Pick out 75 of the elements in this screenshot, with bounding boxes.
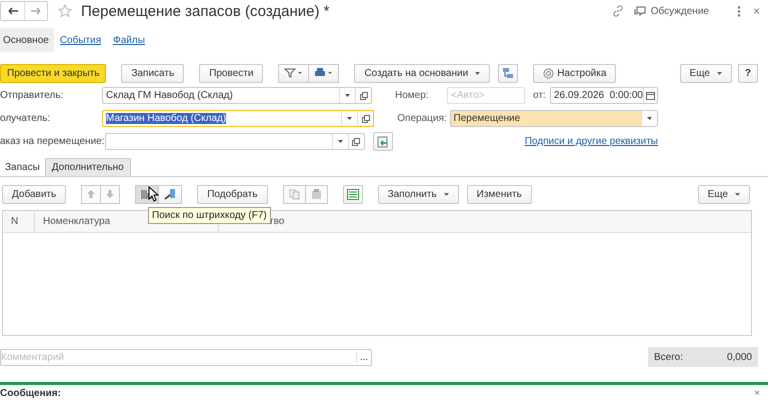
nav-tab[interactable]: Основное bbox=[0, 28, 54, 52]
star-icon[interactable] bbox=[58, 4, 72, 18]
table-icon-button[interactable] bbox=[342, 184, 363, 204]
structure-icon-button[interactable] bbox=[498, 64, 518, 82]
up-arrow-icon bbox=[87, 190, 96, 198]
field-label: олучатель: bbox=[0, 113, 52, 124]
sender-field[interactable]: Склад ГМ Навобод (Склад) bbox=[102, 87, 372, 104]
dropdown-arrow-icon[interactable] bbox=[345, 94, 350, 97]
total-value: 0,000 bbox=[726, 352, 752, 362]
caret-icon bbox=[475, 72, 480, 74]
fill-button[interactable]: Заполнить bbox=[378, 184, 459, 204]
help-button[interactable]: ? bbox=[738, 64, 758, 82]
dropdown-arrow-icon[interactable] bbox=[647, 117, 652, 120]
more-button[interactable]: Еще bbox=[698, 184, 750, 204]
open-icon[interactable] bbox=[362, 114, 370, 122]
mouse-cursor-icon bbox=[148, 186, 159, 202]
nav-tab[interactable]: События bbox=[54, 28, 108, 52]
close-button[interactable]: × bbox=[754, 388, 760, 398]
field-label: Номер: bbox=[395, 90, 430, 101]
signatures-link[interactable]: Подписи и другие реквизиты bbox=[524, 136, 658, 147]
post-and-close-button[interactable]: Провести и закрыть bbox=[0, 64, 106, 82]
total-label: Всего: bbox=[654, 352, 683, 362]
column-header[interactable]: N bbox=[3, 211, 35, 232]
link-icon[interactable] bbox=[612, 5, 624, 17]
filter-dropdown-button[interactable] bbox=[278, 64, 310, 82]
operation-field[interactable]: Перемещение bbox=[450, 110, 658, 127]
toolbar-button[interactable]: Провести bbox=[199, 64, 264, 82]
field-label: Отправитель: bbox=[0, 90, 64, 101]
field-label: от: bbox=[533, 90, 547, 101]
scanner-button[interactable] bbox=[159, 184, 182, 204]
settings-icon bbox=[543, 68, 554, 78]
structure-icon bbox=[502, 67, 514, 79]
field-label: Операция: bbox=[397, 113, 448, 124]
clipboard-icon bbox=[310, 188, 322, 200]
caret-icon bbox=[735, 192, 740, 196]
caret-icon bbox=[716, 72, 722, 74]
date-field[interactable]: 26.09.2026 0:00:00 bbox=[550, 87, 658, 104]
more-button[interactable]: Еще bbox=[680, 64, 732, 82]
comment-field[interactable]: Комментарий ... bbox=[0, 348, 372, 366]
filter-icon bbox=[284, 68, 304, 78]
create-order-button[interactable] bbox=[372, 132, 392, 151]
caret-icon bbox=[444, 192, 449, 196]
down-arrow-icon bbox=[106, 190, 114, 198]
edit-button[interactable]: Изменить bbox=[466, 184, 532, 204]
number-field[interactable]: <Авто> bbox=[447, 87, 525, 104]
pick-button[interactable]: Подобрать bbox=[197, 184, 268, 204]
scanner-icon bbox=[164, 188, 176, 200]
dropdown-arrow-icon[interactable] bbox=[338, 140, 342, 143]
discussion-button[interactable]: Обсуждение bbox=[634, 6, 709, 16]
open-icon[interactable] bbox=[360, 92, 368, 100]
calendar-icon[interactable] bbox=[646, 92, 655, 100]
forward-arrow-icon bbox=[31, 7, 41, 15]
toolbar-button[interactable]: Записать bbox=[121, 64, 184, 82]
print-dropdown-button[interactable] bbox=[309, 64, 340, 82]
open-icon[interactable] bbox=[352, 138, 360, 146]
receiver-field[interactable]: Магазин Навобод (Склад) bbox=[102, 110, 374, 127]
dropdown-arrow-icon[interactable] bbox=[347, 117, 352, 120]
kebab-menu-icon[interactable] bbox=[736, 6, 741, 16]
nav-tab[interactable]: Файлы bbox=[107, 28, 151, 52]
field-label: аказ на перемещение: bbox=[0, 136, 104, 147]
paste-button[interactable] bbox=[306, 184, 328, 204]
table-icon bbox=[346, 188, 359, 200]
copy-icon bbox=[288, 188, 300, 200]
tooltip: Поиск по штрихкоду (F7) bbox=[148, 207, 271, 224]
close-button[interactable]: × bbox=[752, 4, 760, 18]
section-tab[interactable]: Дополнительно bbox=[44, 158, 131, 176]
add-button[interactable]: Добавить bbox=[2, 184, 66, 204]
window-title: Перемещение запасов (создание) * bbox=[81, 2, 330, 20]
printer-icon bbox=[314, 68, 334, 78]
messages-title: Сообщения: bbox=[0, 388, 61, 398]
back-arrow-icon bbox=[8, 7, 18, 15]
chat-icon bbox=[634, 6, 646, 16]
create-based-on-button[interactable]: Создать на основании bbox=[354, 64, 490, 82]
settings-button[interactable]: Настройка bbox=[533, 64, 616, 82]
order-field[interactable] bbox=[104, 133, 364, 150]
